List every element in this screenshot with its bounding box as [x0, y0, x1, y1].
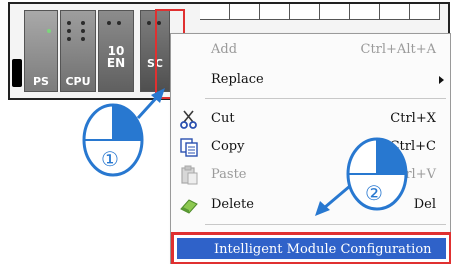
rack-slot [230, 4, 260, 20]
led-icon [67, 21, 71, 25]
module-en-label: 10 EN [106, 44, 126, 70]
menu-item-label: Cut [211, 111, 235, 126]
led-icon [81, 29, 85, 33]
menu-item-copy[interactable]: Copy Ctrl+C [171, 134, 451, 160]
menu-item-label: Delete [211, 197, 254, 212]
menu-item-shortcut: Del [413, 197, 436, 212]
menu-separator [205, 98, 446, 99]
menu-item-selection: Intelligent Module Configuration [177, 238, 446, 259]
scissors-icon [180, 110, 197, 129]
led-icon [147, 21, 151, 25]
rack-slot [410, 4, 440, 20]
led-icon [117, 21, 121, 25]
context-menu: Add Ctrl+Alt+A Replace Cut Ctrl+X Copy C… [170, 33, 451, 264]
eraser-icon [180, 199, 198, 214]
menu-item-shortcut: Ctrl+C [389, 139, 436, 154]
menu-item-label: Copy [211, 139, 245, 154]
module-cpu-label: CPU [65, 75, 91, 88]
rack-slot [380, 4, 410, 20]
led-icon [47, 29, 51, 33]
rack-slot [290, 4, 320, 20]
menu-item-shortcut: Ctrl+X [390, 111, 436, 126]
rack-slot [350, 4, 380, 20]
menu-item-cut[interactable]: Cut Ctrl+X [171, 106, 451, 132]
step1-marker: ① [101, 147, 119, 171]
module-ps-label: PS [33, 75, 49, 88]
menu-item-intelligent-module-configuration[interactable]: Intelligent Module Configuration [171, 232, 451, 264]
mouse-step1-icon [82, 103, 144, 177]
menu-item-shortcut: Ctrl+V [390, 167, 436, 182]
rack-slot [320, 4, 350, 20]
menu-separator [205, 224, 446, 225]
module-en[interactable]: 10 EN [98, 10, 134, 92]
menu-item-paste[interactable]: Paste Ctrl+V [171, 162, 451, 188]
led-icon [67, 29, 71, 33]
menu-item-label: Replace [211, 72, 264, 87]
module-cpu[interactable]: CPU [60, 10, 96, 92]
menu-item-replace[interactable]: Replace [171, 67, 451, 93]
submenu-arrow-icon [439, 76, 444, 84]
paste-icon [181, 165, 198, 185]
led-icon [67, 37, 71, 41]
menu-item-label: Paste [211, 167, 247, 182]
menu-item-shortcut: Ctrl+Alt+A [360, 42, 437, 57]
rack-connector [12, 59, 22, 87]
copy-icon [180, 138, 198, 157]
led-icon [81, 21, 85, 25]
menu-item-add[interactable]: Add Ctrl+Alt+A [171, 37, 451, 63]
menu-item-label: Add [211, 42, 238, 57]
led-icon [81, 37, 85, 41]
menu-item-label: Intelligent Module Configuration [214, 242, 432, 257]
menu-item-delete[interactable]: Delete Del [171, 192, 451, 218]
rack-slot [200, 4, 230, 20]
rack-slot [260, 4, 290, 20]
module-ps[interactable]: PS [24, 10, 58, 92]
led-icon [107, 21, 111, 25]
